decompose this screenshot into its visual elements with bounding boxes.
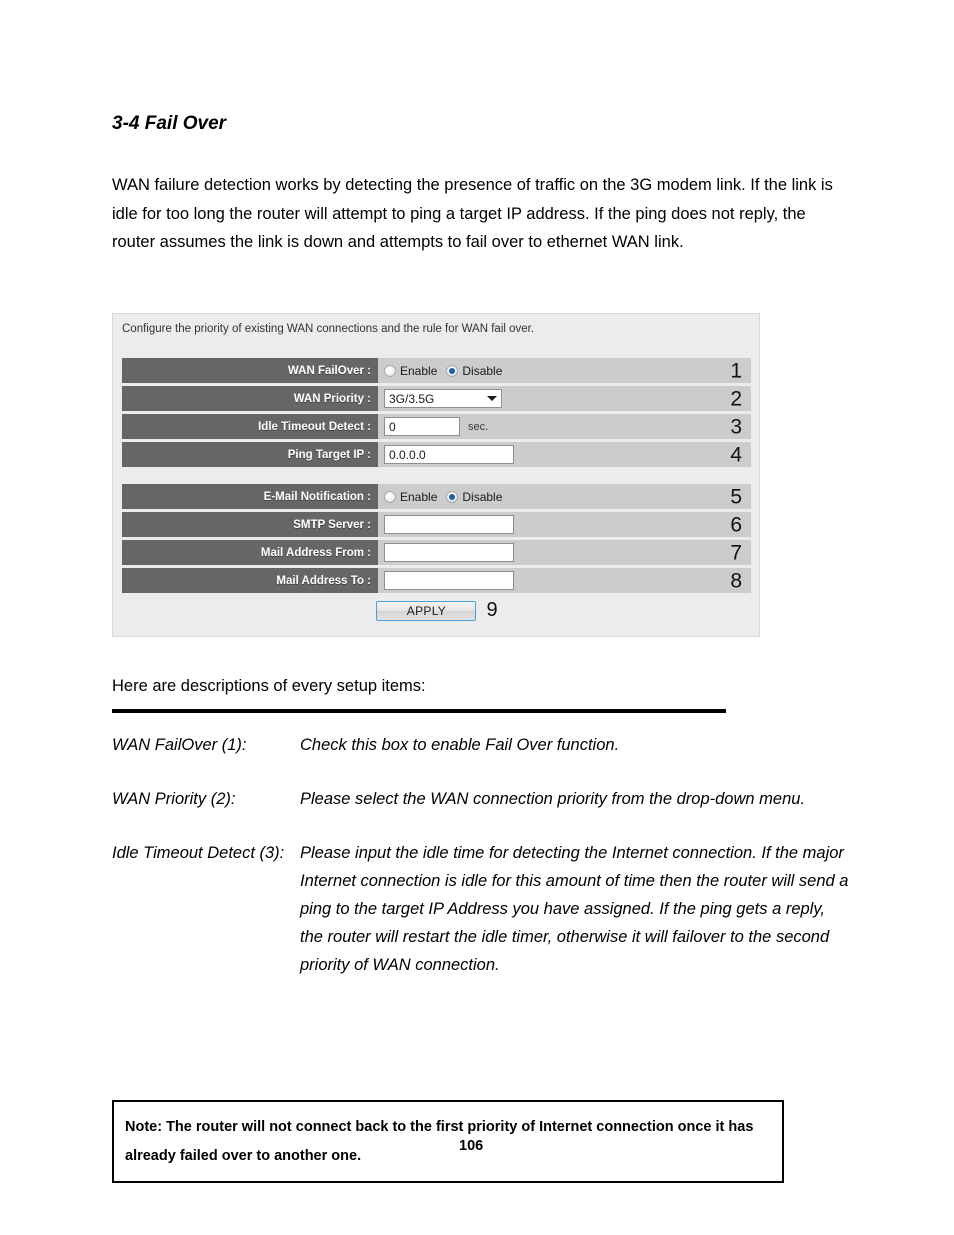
definition-row: Idle Timeout Detect (3): Please input th… <box>112 839 852 979</box>
callout-number-4: 4 <box>730 443 742 466</box>
callout-number-8: 8 <box>730 569 742 592</box>
wan-failover-config-panel: Configure the priority of existing WAN c… <box>112 313 760 637</box>
select-wan-priority-value: 3G/3.5G <box>389 391 435 406</box>
callout-number-7: 7 <box>730 541 742 564</box>
radio-label-enable: Enable <box>400 363 438 378</box>
callout-number-9: 9 <box>486 599 498 621</box>
definition-text: Check this box to enable Fail Over funct… <box>300 736 620 754</box>
row-ping-target-ip: Ping Target IP : 0.0.0.0 4 <box>122 442 751 467</box>
radio-option-email-enable[interactable]: Enable <box>384 490 437 504</box>
page-title: 3-4 Fail Over <box>112 113 227 134</box>
input-smtp-server[interactable] <box>384 515 514 534</box>
row-mail-address-from: Mail Address From : 7 <box>122 540 751 565</box>
label-wan-priority: WAN Priority : <box>122 386 378 411</box>
email-notification-group: E-Mail Notification : Enable Disable 5 S… <box>122 484 751 593</box>
label-idle-timeout-detect: Idle Timeout Detect : <box>122 414 378 439</box>
document-page: 3-4 Fail Over WAN failure detection work… <box>0 0 954 1235</box>
unit-seconds: sec. <box>468 420 489 433</box>
definition-list: WAN FailOver (1): Check this box to enab… <box>112 731 852 1005</box>
radio-label-email-disable: Disable <box>462 489 503 504</box>
label-mail-address-to: Mail Address To : <box>122 568 378 593</box>
value-smtp-server: 6 <box>378 512 751 537</box>
definition-row: WAN Priority (2): Please select the WAN … <box>112 785 852 813</box>
descriptions-lead: Here are descriptions of every setup ite… <box>112 677 426 695</box>
label-email-notification: E-Mail Notification : <box>122 484 378 509</box>
radio-icon-enable[interactable] <box>384 364 396 377</box>
value-wan-priority: 3G/3.5G 2 <box>378 386 751 411</box>
label-ping-target-ip: Ping Target IP : <box>122 442 378 467</box>
callout-number-3: 3 <box>730 415 742 438</box>
radio-label-disable: Disable <box>462 363 503 378</box>
row-email-notification: E-Mail Notification : Enable Disable 5 <box>122 484 751 509</box>
definition-term: Idle Timeout Detect (3): <box>112 844 285 862</box>
input-idle-timeout-detect[interactable]: 0 <box>384 417 460 436</box>
radio-option-enable[interactable]: Enable <box>384 364 437 378</box>
definition-term: WAN FailOver (1): <box>112 736 247 754</box>
radio-label-email-enable: Enable <box>400 489 438 504</box>
row-mail-address-to: Mail Address To : 8 <box>122 568 751 593</box>
definition-text: Please input the idle time for detecting… <box>300 844 849 974</box>
value-mail-address-from: 7 <box>378 540 751 565</box>
radio-icon-email-disable[interactable] <box>446 490 459 503</box>
row-idle-timeout-detect: Idle Timeout Detect : 0 sec. 3 <box>122 414 751 439</box>
radio-icon-disable[interactable] <box>446 364 459 377</box>
callout-number-5: 5 <box>730 485 742 508</box>
definition-term: WAN Priority (2): <box>112 790 236 808</box>
input-mail-address-from[interactable] <box>384 543 514 562</box>
chevron-down-icon[interactable] <box>487 396 497 401</box>
apply-button[interactable]: APPLY <box>376 600 477 621</box>
radio-icon-email-enable[interactable] <box>384 490 396 503</box>
value-wan-failover: Enable Disable 1 <box>378 358 751 383</box>
label-mail-address-from: Mail Address From : <box>122 540 378 565</box>
select-wan-priority[interactable]: 3G/3.5G <box>384 389 502 408</box>
callout-number-6: 6 <box>730 513 742 536</box>
row-wan-priority: WAN Priority : 3G/3.5G 2 <box>122 386 751 411</box>
value-idle-timeout-detect: 0 sec. 3 <box>378 414 751 439</box>
callout-number-1: 1 <box>730 359 742 382</box>
label-smtp-server: SMTP Server : <box>122 512 378 537</box>
apply-row: APPLY 9 <box>113 599 761 622</box>
page-number: 106 <box>459 1138 484 1154</box>
row-smtp-server: SMTP Server : 6 <box>122 512 751 537</box>
value-mail-address-to: 8 <box>378 568 751 593</box>
radio-group-email-notification[interactable]: Enable Disable <box>384 490 502 504</box>
radio-option-disable[interactable]: Disable <box>446 364 502 378</box>
primary-settings-group: WAN FailOver : Enable Disable 1 WAN Prio… <box>122 358 751 467</box>
row-wan-failover: WAN FailOver : Enable Disable 1 <box>122 358 751 383</box>
input-ping-target-ip[interactable]: 0.0.0.0 <box>384 445 514 464</box>
radio-group-wan-failover[interactable]: Enable Disable <box>384 364 502 378</box>
panel-description: Configure the priority of existing WAN c… <box>122 323 535 335</box>
note-box: Note: The router will not connect back t… <box>112 1100 784 1183</box>
value-email-notification: Enable Disable 5 <box>378 484 751 509</box>
input-mail-address-to[interactable] <box>384 571 514 590</box>
callout-number-2: 2 <box>730 387 742 410</box>
radio-option-email-disable[interactable]: Disable <box>446 490 502 504</box>
note-text: Note: The router will not connect back t… <box>125 1119 754 1164</box>
definition-text: Please select the WAN connection priorit… <box>300 790 806 808</box>
intro-paragraph: WAN failure detection works by detecting… <box>112 176 833 251</box>
label-wan-failover: WAN FailOver : <box>122 358 378 383</box>
horizontal-rule <box>112 709 726 713</box>
value-ping-target-ip: 0.0.0.0 4 <box>378 442 751 467</box>
definition-row: WAN FailOver (1): Check this box to enab… <box>112 731 852 759</box>
